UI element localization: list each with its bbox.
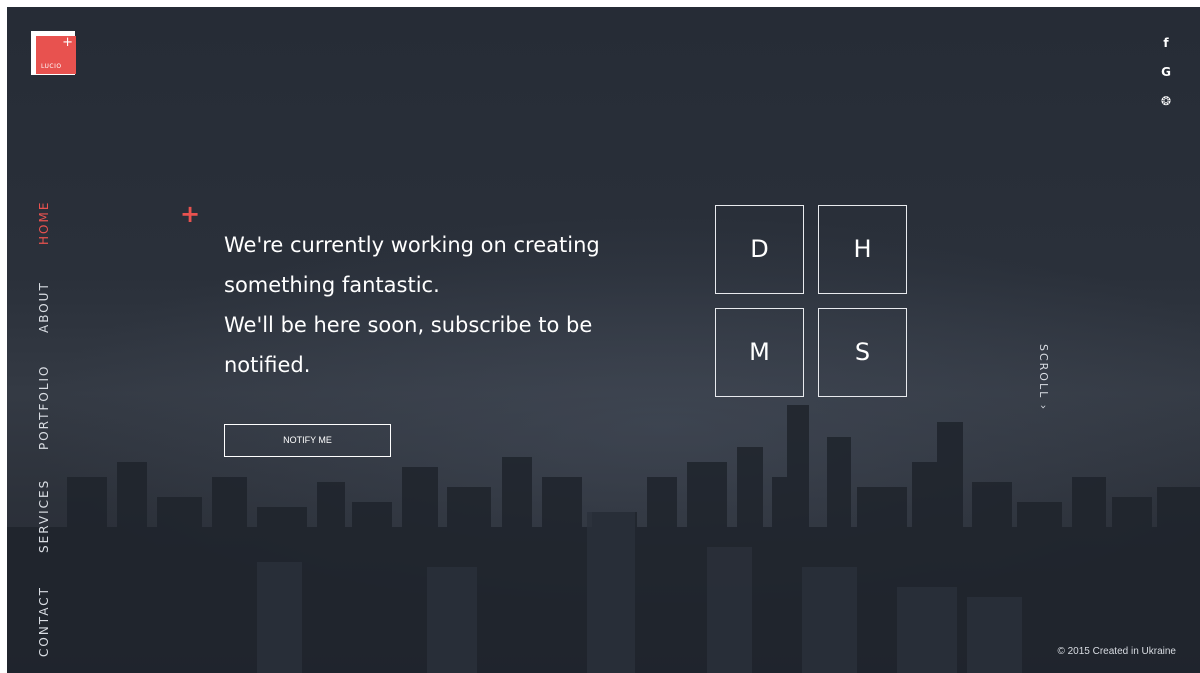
headline-line: We'll be here soon, subscribe to be [224,313,593,337]
nav-item-portfolio[interactable]: PORTFOLIO [37,365,51,451]
hero-headline: We're currently working on creating some… [224,225,664,385]
footer-copyright: © 2015 Created in Ukraine [1057,646,1176,657]
headline-line: something fantastic. [224,273,440,297]
plus-icon: + [180,200,201,228]
facebook-icon[interactable]: f [1156,33,1176,62]
headline-line: notified. [224,353,311,377]
countdown-minutes: M [715,308,804,397]
google-icon[interactable]: G [1156,62,1176,91]
hero-background: + LUCIO f G ❂ HOME ABOUT PORTFOLIO SERVI… [7,7,1200,673]
nav-item-contact[interactable]: CONTACT [37,586,51,657]
scroll-down-link[interactable]: SCROLL › [1037,344,1050,411]
nav-item-about[interactable]: ABOUT [37,281,51,333]
countdown-hours: H [818,205,907,294]
brand-logo[interactable]: + LUCIO [31,31,76,75]
plus-icon: + [62,35,73,50]
logo-text: LUCIO [41,63,62,70]
logo-mark: + LUCIO [36,36,76,74]
countdown-days: D [715,205,804,294]
notify-me-button[interactable]: NOTIFY ME [224,424,391,457]
countdown-seconds: S [818,308,907,397]
nav-item-home[interactable]: HOME [37,201,51,245]
dribbble-icon[interactable]: ❂ [1156,91,1176,120]
social-links: f G ❂ [1156,33,1176,120]
nav-item-services[interactable]: SERVICES [37,479,51,553]
headline-line: We're currently working on creating [224,233,600,257]
